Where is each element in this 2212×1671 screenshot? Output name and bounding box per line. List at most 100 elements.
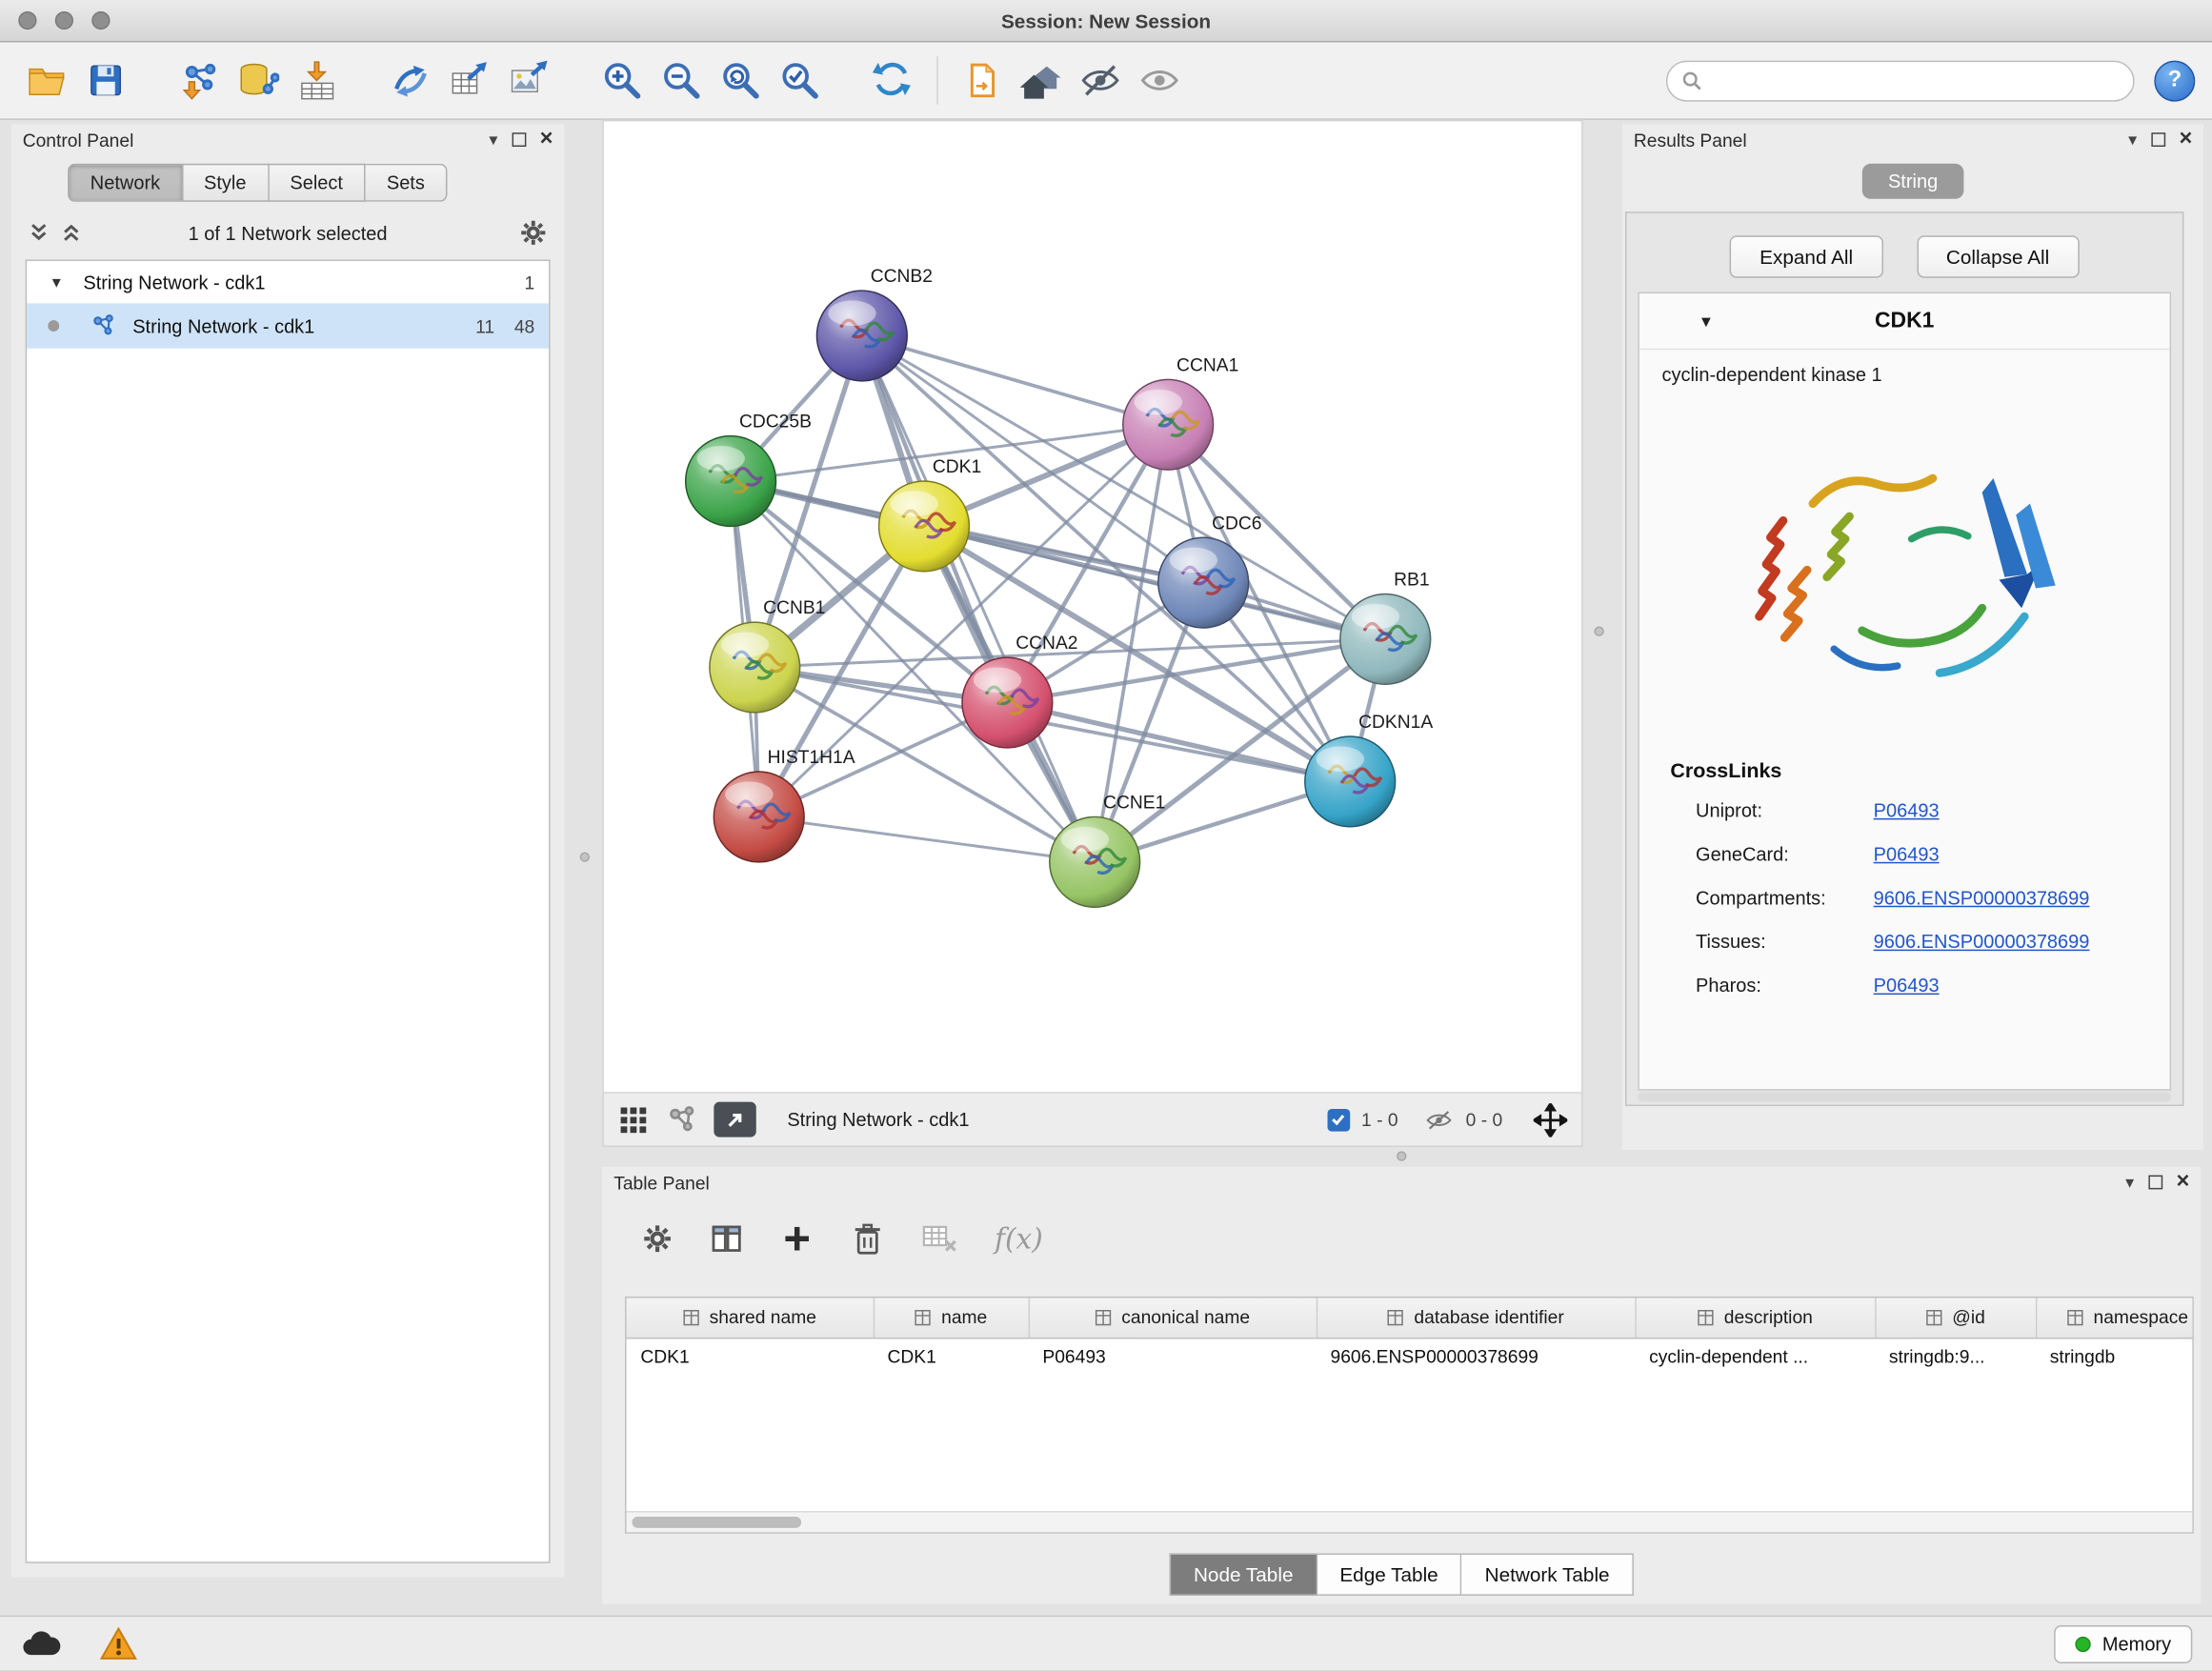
network-view[interactable]: CCNB2CCNA1CDC25BCDK1CDC6RB1CCNB1CCNA2CDK… xyxy=(604,121,1581,1092)
network-collection-row[interactable]: ▾ String Network - cdk1 1 xyxy=(27,261,549,303)
network-node-CCNB1[interactable]: CCNB1 xyxy=(710,598,826,713)
maximize-panel-icon[interactable] xyxy=(512,132,526,147)
tab-network[interactable]: Network xyxy=(68,164,183,202)
protein-card-header[interactable]: ▾ CDK1 xyxy=(1639,293,2170,350)
show-all-button[interactable] xyxy=(1130,50,1189,110)
network-node-CCNB2[interactable]: CCNB2 xyxy=(816,267,933,381)
left-splitter-handle[interactable] xyxy=(580,852,590,861)
tab-select[interactable]: Select xyxy=(269,164,365,202)
search-input[interactable] xyxy=(1711,70,2119,91)
hide-selected-button[interactable] xyxy=(1071,50,1130,110)
column-header-shared-name[interactable]: shared name xyxy=(627,1298,874,1337)
crosslink-link[interactable]: P06493 xyxy=(1874,800,1940,821)
export-table-button[interactable] xyxy=(440,50,499,110)
close-panel-icon[interactable]: × xyxy=(2179,129,2192,151)
search-box[interactable] xyxy=(1666,60,2135,101)
crosslink-link[interactable]: P06493 xyxy=(1874,844,1940,865)
float-panel-icon[interactable]: ▾ xyxy=(2125,1174,2134,1191)
float-panel-icon[interactable]: ▾ xyxy=(489,131,497,149)
refresh-network-button[interactable] xyxy=(863,50,922,110)
memory-button[interactable]: Memory xyxy=(2055,1624,2193,1662)
window-minimize-button[interactable] xyxy=(55,11,73,30)
warning-icon[interactable] xyxy=(99,1625,138,1662)
network-node-HIST1H1A[interactable]: HIST1H1A xyxy=(714,748,855,862)
window-close-button[interactable] xyxy=(18,11,36,30)
scrollbar-thumb[interactable] xyxy=(632,1517,801,1528)
export-image-button[interactable] xyxy=(499,50,558,110)
tab-style[interactable]: Style xyxy=(183,164,269,202)
cell-namespace[interactable]: stringdb xyxy=(2036,1338,2194,1376)
network-edge-CCNB2-CCNA1[interactable] xyxy=(862,335,1168,424)
network-row[interactable]: String Network - cdk1 11 48 xyxy=(27,303,549,348)
save-session-button[interactable] xyxy=(76,50,135,110)
zoom-in-button[interactable] xyxy=(593,50,652,110)
string-home-button[interactable] xyxy=(1012,50,1071,110)
network-node-CDC25B[interactable]: CDC25B xyxy=(686,413,812,527)
cell-database-identifier[interactable]: 9606.ENSP00000378699 xyxy=(1317,1338,1636,1376)
zoom-selected-button[interactable] xyxy=(771,50,830,110)
import-network-database-button[interactable] xyxy=(229,50,288,110)
network-edge-CCNB2-CCNE1[interactable] xyxy=(862,335,1095,861)
import-table-button[interactable] xyxy=(288,50,347,110)
cell-name[interactable]: CDK1 xyxy=(874,1338,1029,1376)
network-overview-icon[interactable] xyxy=(666,1104,697,1136)
zoom-out-button[interactable] xyxy=(652,50,711,110)
help-button[interactable]: ? xyxy=(2154,60,2195,101)
float-panel-icon[interactable]: ▾ xyxy=(2128,131,2137,149)
tab-network-table[interactable]: Network Table xyxy=(1462,1553,1634,1595)
collapse-all-button[interactable]: Collapse All xyxy=(1917,235,2080,277)
add-column-icon[interactable] xyxy=(780,1221,814,1256)
window-zoom-button[interactable] xyxy=(91,11,110,30)
bottom-splitter-handle[interactable] xyxy=(1397,1151,1406,1160)
maximize-panel-icon[interactable] xyxy=(2148,1176,2162,1190)
grid-icon[interactable] xyxy=(618,1104,650,1136)
tree-expander-icon[interactable]: ▾ xyxy=(47,272,67,292)
tab-sets[interactable]: Sets xyxy=(366,164,448,202)
export-network-button[interactable] xyxy=(381,50,440,110)
network-node-CDC6[interactable]: CDC6 xyxy=(1158,513,1262,628)
import-network-file-button[interactable] xyxy=(170,50,229,110)
network-node-CCNA1[interactable]: CCNA1 xyxy=(1123,355,1239,470)
table-settings-gear-icon[interactable] xyxy=(642,1223,674,1255)
crosslink-link[interactable]: P06493 xyxy=(1874,975,1940,996)
show-columns-icon[interactable] xyxy=(710,1221,744,1256)
column-header-canonical-name[interactable]: canonical name xyxy=(1029,1298,1317,1337)
copy-document-button[interactable] xyxy=(953,50,1012,110)
cell-description[interactable]: cyclin-dependent ... xyxy=(1635,1338,1875,1376)
expand-all-button[interactable]: Expand All xyxy=(1730,235,1882,277)
function-builder-icon[interactable]: f(x) xyxy=(995,1221,1043,1256)
open-session-button[interactable] xyxy=(17,50,76,110)
crosslink-link[interactable]: 9606.ENSP00000378699 xyxy=(1874,931,2090,952)
crosslink-link[interactable]: 9606.ENSP00000378699 xyxy=(1874,887,2090,908)
pan-icon[interactable] xyxy=(1534,1102,1568,1137)
column-header-name[interactable]: name xyxy=(874,1298,1029,1337)
cell-id[interactable]: stringdb:9... xyxy=(1875,1338,2036,1376)
table-row[interactable]: CDK1 CDK1 P06493 9606.ENSP00000378699 cy… xyxy=(627,1338,2194,1376)
tab-edge-table[interactable]: Edge Table xyxy=(1317,1553,1462,1595)
network-canvas[interactable]: CCNB2CCNA1CDC25BCDK1CDC6RB1CCNB1CCNA2CDK… xyxy=(602,120,1582,1094)
column-header-database-identifier[interactable]: database identifier xyxy=(1317,1298,1636,1337)
right-splitter-handle[interactable] xyxy=(1594,627,1603,636)
delete-column-trash-icon[interactable] xyxy=(851,1220,885,1258)
maximize-panel-icon[interactable] xyxy=(2151,132,2165,147)
close-panel-icon[interactable]: × xyxy=(540,129,553,151)
column-header-description[interactable]: description xyxy=(1635,1298,1875,1337)
tab-node-table[interactable]: Node Table xyxy=(1170,1553,1317,1595)
selected-checkbox-icon[interactable] xyxy=(1327,1108,1350,1131)
network-node-RB1[interactable]: RB1 xyxy=(1340,571,1431,685)
zoom-fit-button[interactable] xyxy=(711,50,770,110)
results-tab-string[interactable]: String xyxy=(1862,164,1963,199)
cell-shared-name[interactable]: CDK1 xyxy=(627,1338,874,1376)
cell-canonical-name[interactable]: P06493 xyxy=(1029,1338,1317,1376)
table-horizontal-scrollbar[interactable] xyxy=(627,1511,2193,1532)
column-header-namespace[interactable]: namespace xyxy=(2036,1298,2194,1337)
collapse-section-icon[interactable]: ▾ xyxy=(1701,310,1711,332)
clear-table-icon[interactable] xyxy=(921,1221,958,1256)
network-edge-HIST1H1A-CCNE1[interactable] xyxy=(759,816,1095,861)
close-panel-icon[interactable]: × xyxy=(2177,1171,2190,1194)
hidden-eye-slash-icon[interactable] xyxy=(1423,1105,1455,1134)
results-scrollbar[interactable] xyxy=(1638,1092,2171,1101)
cloud-icon[interactable] xyxy=(20,1628,62,1660)
column-header-id[interactable]: @id xyxy=(1875,1298,2036,1337)
detach-view-button[interactable] xyxy=(714,1102,755,1137)
